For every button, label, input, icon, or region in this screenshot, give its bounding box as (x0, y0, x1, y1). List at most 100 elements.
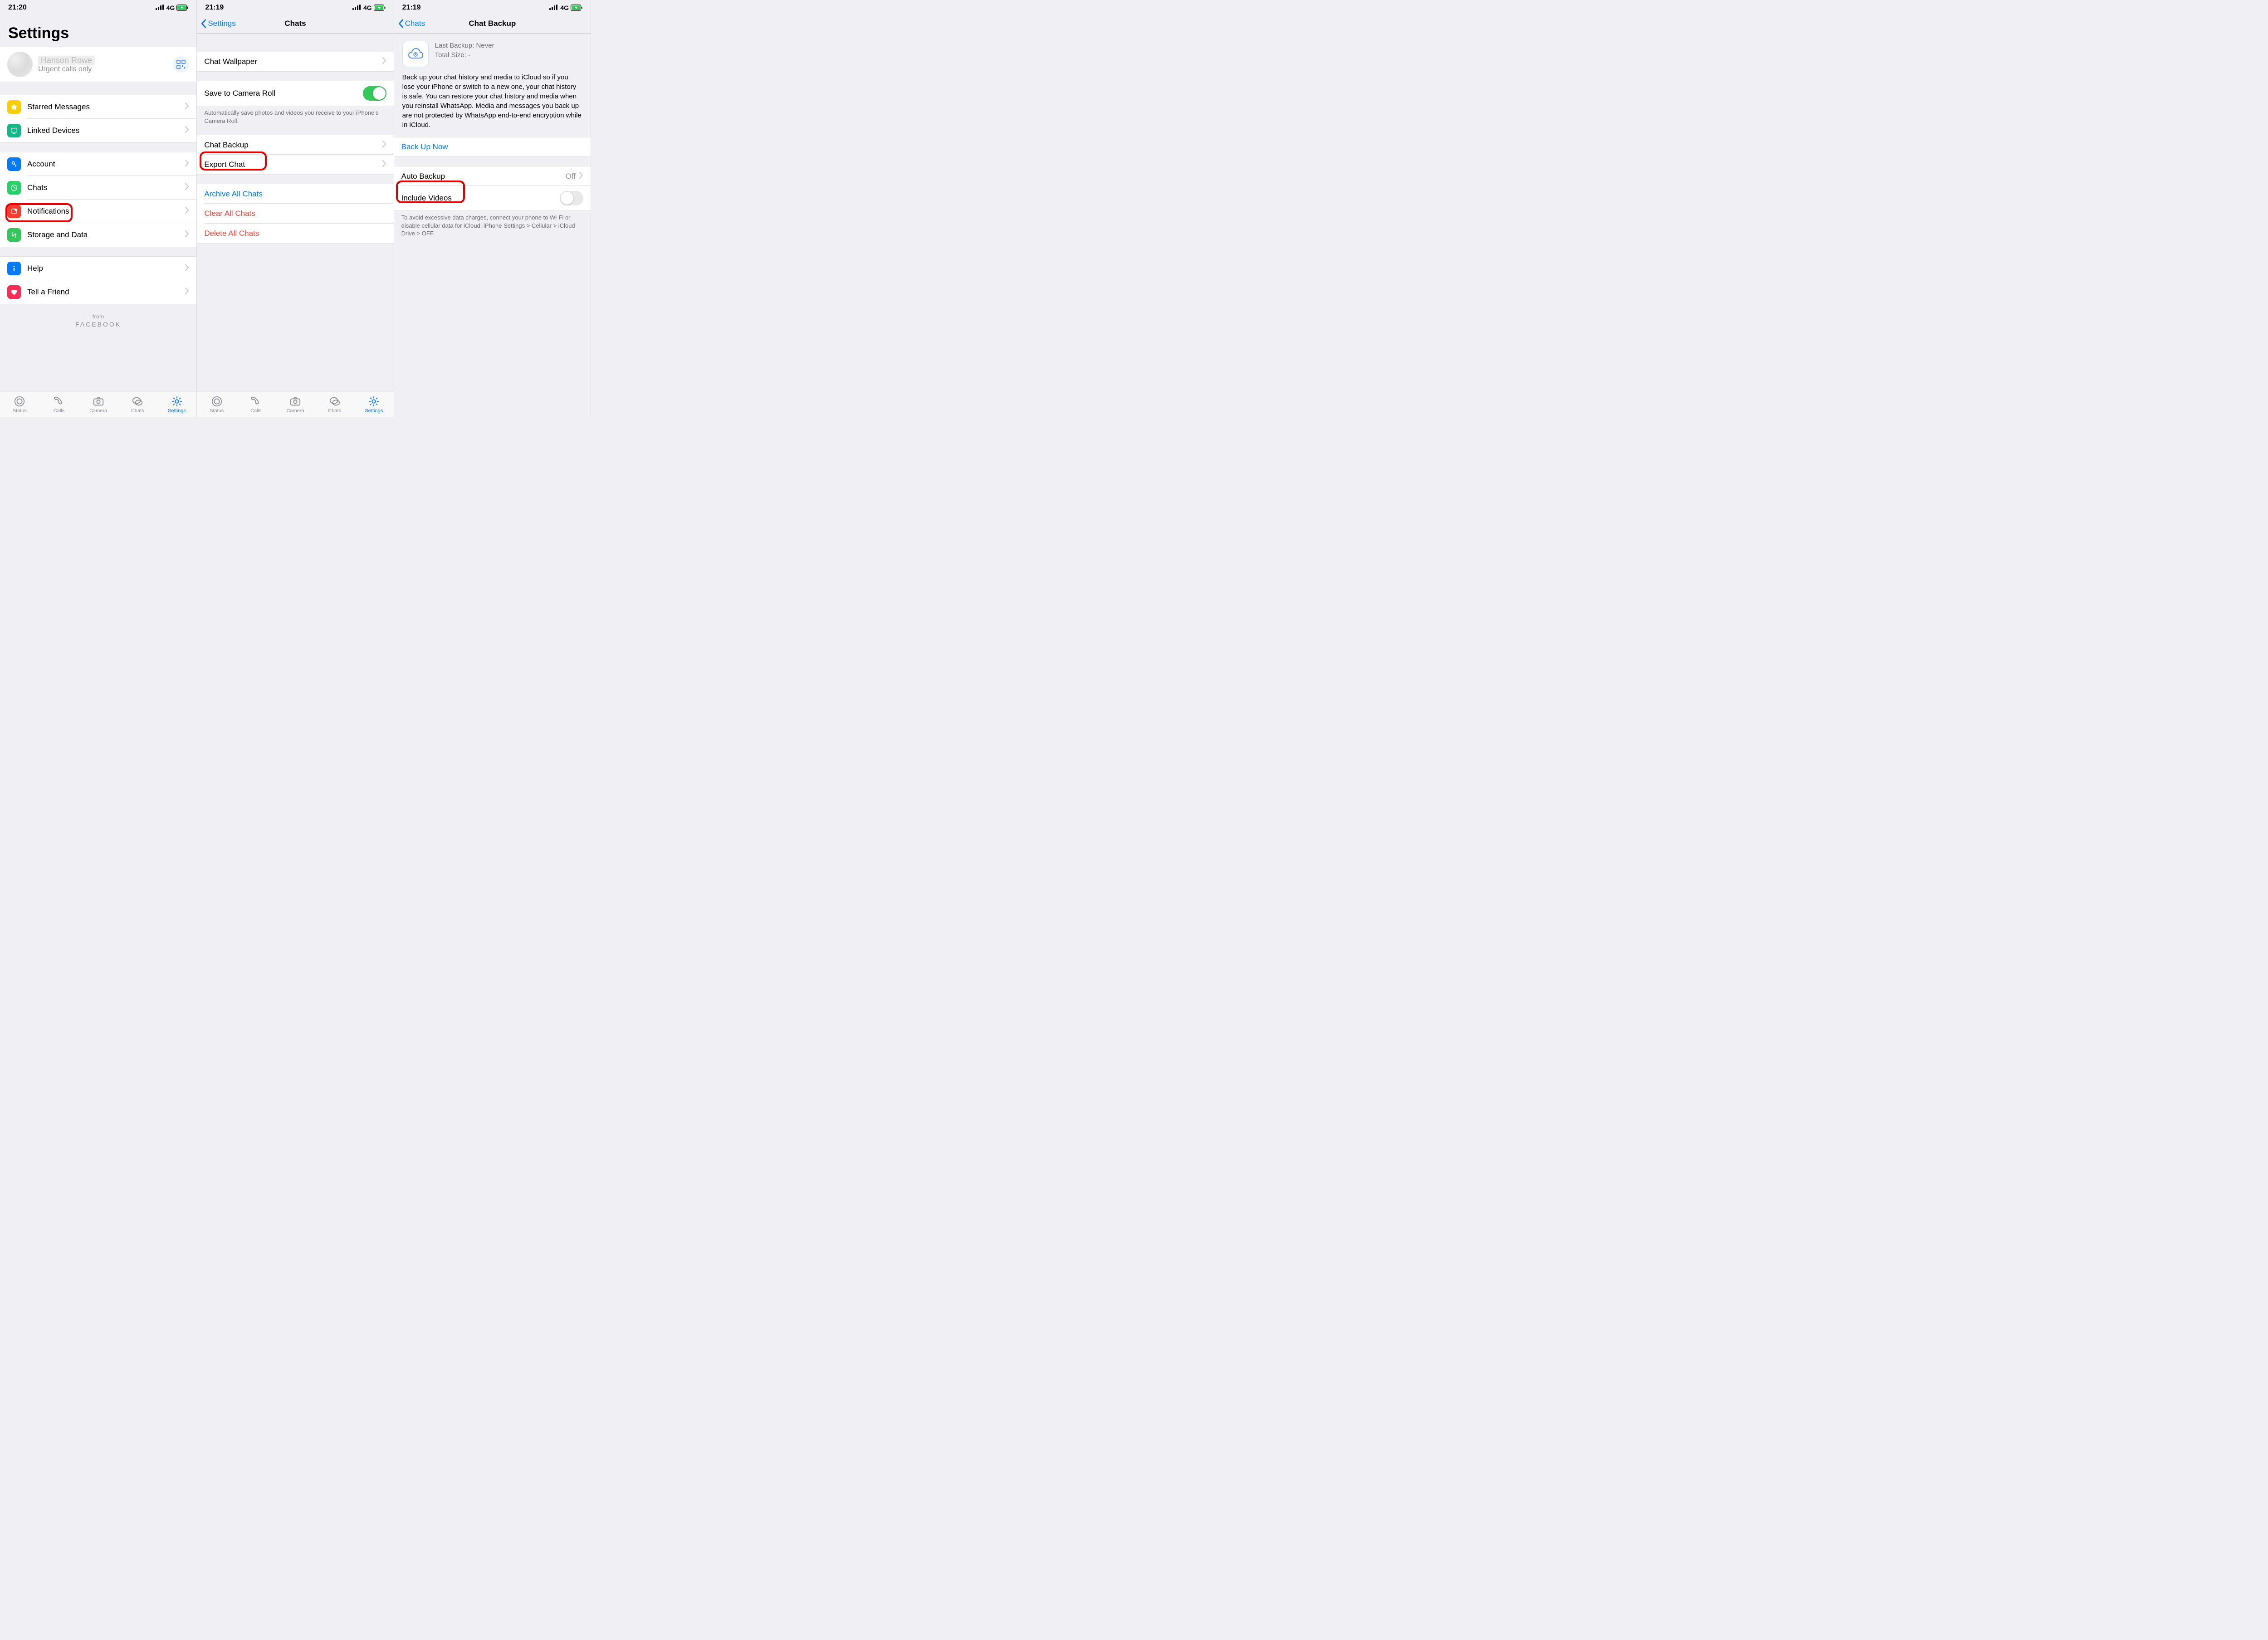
notifications-row[interactable]: Notifications (0, 200, 196, 223)
chevron-icon (382, 141, 386, 150)
tab-camera[interactable]: Camera (78, 395, 118, 414)
include-videos-label: Include Videos (401, 194, 560, 203)
chevron-icon (382, 160, 386, 169)
camera-roll-label: Save to Camera Roll (204, 89, 362, 98)
back-button[interactable]: Chats (398, 19, 425, 28)
backup-description: Back up your chat history and media to i… (394, 70, 591, 137)
avatar (7, 52, 33, 77)
star-icon (7, 100, 21, 114)
profile-status: Urgent calls only (38, 65, 95, 73)
camera-roll-note: Automatically save photos and videos you… (197, 106, 393, 126)
wallpaper-label: Chat Wallpaper (204, 57, 382, 66)
chat-backup-row[interactable]: Chat Backup (197, 135, 393, 155)
backup-label: Chat Backup (204, 141, 382, 150)
linked-devices-row[interactable]: Linked Devices (0, 119, 196, 143)
wallpaper-row[interactable]: Chat Wallpaper (197, 52, 393, 72)
tab-bar: Status Calls Camera Chats Settings (197, 391, 393, 417)
linked-label: Linked Devices (27, 126, 185, 135)
data-charge-note: To avoid excessive data charges, connect… (394, 211, 591, 239)
battery-icon (374, 5, 386, 11)
clock: 21:19 (402, 4, 421, 12)
chevron-icon (185, 160, 189, 169)
key-icon (7, 157, 21, 171)
export-chat-row[interactable]: Export Chat (197, 155, 393, 175)
data-icon (7, 228, 21, 242)
chevron-left-icon (200, 19, 207, 28)
clear-all-row[interactable]: Clear All Chats (197, 204, 393, 224)
tell-friend-row[interactable]: Tell a Friend (0, 280, 196, 304)
qr-icon (176, 60, 186, 69)
include-videos-row[interactable]: Include Videos (394, 186, 591, 211)
auto-backup-row[interactable]: Auto Backup Off (394, 166, 591, 186)
chevron-icon (579, 172, 583, 181)
back-button[interactable]: Settings (200, 19, 235, 28)
cloud-icon (402, 41, 429, 67)
signal-icon (549, 4, 558, 11)
total-size-value: - (468, 51, 470, 59)
tab-chats[interactable]: Chats (315, 395, 354, 414)
backup-info-block: Last Backup: Never Total Size: - (394, 34, 591, 70)
tab-status[interactable]: Status (0, 395, 39, 414)
tab-status[interactable]: Status (197, 395, 236, 414)
status-icon (210, 395, 223, 407)
help-row[interactable]: Help (0, 256, 196, 280)
signal-icon (156, 4, 165, 11)
page-title: Chats (284, 19, 306, 28)
battery-icon (571, 5, 582, 11)
export-label: Export Chat (204, 160, 382, 169)
archive-all-row[interactable]: Archive All Chats (197, 184, 393, 204)
camera-roll-row[interactable]: Save to Camera Roll (197, 81, 393, 106)
storage-row[interactable]: Storage and Data (0, 223, 196, 247)
camera-roll-toggle[interactable] (363, 86, 386, 101)
profile-row[interactable]: Hanson Rowe Urgent calls only (0, 47, 196, 82)
network-label: 4G (166, 4, 175, 11)
page-title: Settings (0, 14, 196, 47)
chat-backup-screen: 21:19 4G Chats Chat Backup Last Backup: … (394, 0, 591, 417)
clear-label: Clear All Chats (204, 209, 386, 218)
tab-chats[interactable]: Chats (118, 395, 157, 414)
chevron-left-icon (398, 19, 404, 28)
chevron-icon (185, 288, 189, 297)
tab-camera[interactable]: Camera (276, 395, 315, 414)
calls-icon (249, 395, 262, 407)
notifications-label: Notifications (27, 207, 185, 216)
settings-icon (367, 395, 380, 407)
include-videos-toggle[interactable] (560, 191, 583, 205)
monitor-icon (7, 124, 21, 137)
tab-settings[interactable]: Settings (157, 395, 197, 414)
heart-icon (7, 285, 21, 299)
chats-row[interactable]: Chats (0, 176, 196, 200)
auto-backup-value: Off (566, 172, 576, 181)
notification-icon (7, 205, 21, 218)
tab-settings[interactable]: Settings (354, 395, 394, 414)
chevron-icon (185, 183, 189, 192)
battery-icon (176, 5, 188, 11)
nav-bar: Settings Chats (197, 14, 393, 34)
starred-label: Starred Messages (27, 102, 185, 112)
chevron-icon (185, 207, 189, 216)
nav-bar: Chats Chat Backup (394, 14, 591, 34)
status-bar: 21:19 4G (394, 0, 591, 14)
tell-label: Tell a Friend (27, 288, 185, 297)
storage-label: Storage and Data (27, 230, 185, 239)
status-icon (13, 395, 26, 407)
status-bar: 21:19 4G (197, 0, 393, 14)
delete-all-row[interactable]: Delete All Chats (197, 224, 393, 244)
account-label: Account (27, 160, 185, 169)
account-row[interactable]: Account (0, 152, 196, 176)
tab-calls[interactable]: Calls (236, 395, 276, 414)
tab-bar: Status Calls Camera Chats Settings (0, 391, 196, 417)
backup-now-row[interactable]: Back Up Now (394, 137, 591, 157)
info-icon (7, 262, 21, 275)
footer-branding: from FACEBOOK (0, 313, 196, 328)
delete-label: Delete All Chats (204, 229, 386, 238)
clock: 21:20 (8, 4, 27, 12)
chevron-icon (185, 102, 189, 112)
qr-button[interactable] (173, 56, 189, 73)
total-size-label: Total Size: (435, 51, 468, 59)
network-label: 4G (560, 4, 569, 11)
camera-icon (92, 395, 105, 407)
tab-calls[interactable]: Calls (39, 395, 79, 414)
starred-messages-row[interactable]: Starred Messages (0, 95, 196, 119)
camera-icon (289, 395, 302, 407)
